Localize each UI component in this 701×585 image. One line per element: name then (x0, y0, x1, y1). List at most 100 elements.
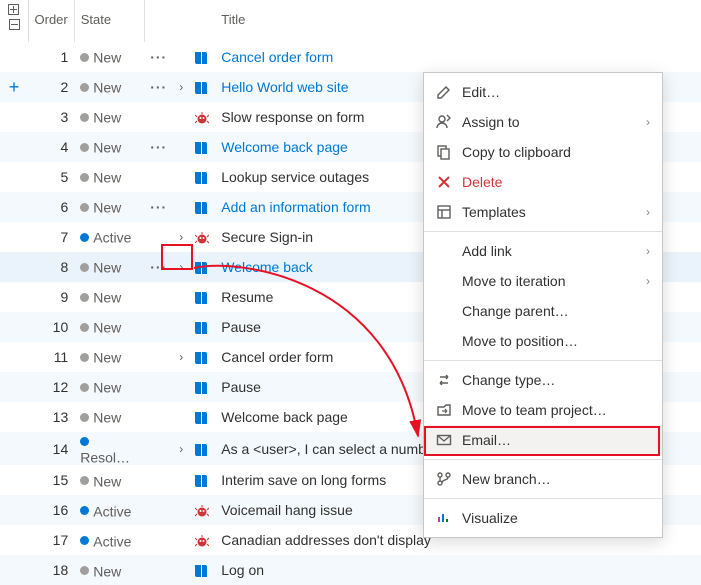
menu-item-move-to-iteration[interactable]: Move to iteration› (424, 266, 662, 296)
state-dot-icon (80, 53, 89, 62)
work-item-row[interactable]: 1New ··· Cancel order form (0, 42, 701, 72)
chevron-right-icon[interactable]: › (179, 442, 183, 456)
chevron-right-icon[interactable]: › (179, 80, 183, 94)
order-cell: 6 (28, 192, 74, 222)
title-cell[interactable]: Cancel order form (215, 42, 701, 72)
menu-item-delete[interactable]: Delete (424, 167, 662, 197)
menu-item-new-branch[interactable]: New branch… (424, 464, 662, 494)
changetype-icon (436, 372, 462, 388)
story-icon (189, 432, 215, 465)
story-icon (189, 465, 215, 495)
state-dot-icon (80, 413, 89, 422)
state-dot-icon (80, 233, 89, 242)
moveteam-icon (436, 402, 462, 418)
more-actions-icon[interactable]: ··· (150, 259, 167, 275)
menu-item-label: Change parent… (462, 303, 650, 319)
visualize-icon (436, 510, 462, 526)
add-item-icon[interactable]: + (9, 77, 20, 97)
state-dot-icon (80, 113, 89, 122)
order-cell: 7 (28, 222, 74, 252)
bug-icon (189, 495, 215, 525)
menu-item-label: Visualize (462, 510, 650, 526)
state-cell: New (74, 465, 144, 495)
templates-icon (436, 204, 462, 220)
more-actions-icon[interactable]: ··· (150, 49, 167, 65)
order-cell: 17 (28, 525, 74, 555)
col-order[interactable]: Order (28, 0, 74, 42)
copy-icon (436, 144, 462, 160)
col-state[interactable]: State (74, 0, 144, 42)
story-icon (189, 342, 215, 372)
context-menu: Edit… Assign to › Copy to clipboard Delete Te… (423, 72, 663, 538)
menu-item-edit[interactable]: Edit… (424, 77, 662, 107)
menu-item-add-link[interactable]: Add link› (424, 236, 662, 266)
menu-item-move-to-team-project[interactable]: Move to team project… (424, 395, 662, 425)
state-cell: New (74, 282, 144, 312)
state-dot-icon (80, 383, 89, 392)
story-icon (189, 252, 215, 282)
more-actions-icon[interactable]: ··· (150, 79, 167, 95)
menu-item-change-type[interactable]: Change type… (424, 365, 662, 395)
story-icon (189, 312, 215, 342)
menu-item-visualize[interactable]: Visualize (424, 503, 662, 533)
state-dot-icon (80, 263, 89, 272)
email-icon (436, 432, 462, 448)
order-cell: 1 (28, 42, 74, 72)
order-cell: 3 (28, 102, 74, 132)
state-cell: Active (74, 525, 144, 555)
header-row: Order State Title (0, 0, 701, 42)
menu-item-email[interactable]: Email… (424, 425, 662, 455)
chevron-right-icon: › (646, 274, 650, 288)
chevron-right-icon[interactable]: › (179, 350, 183, 364)
state-cell: New (74, 342, 144, 372)
more-actions-icon[interactable]: ··· (150, 199, 167, 215)
order-cell: 16 (28, 495, 74, 525)
menu-item-label: Copy to clipboard (462, 144, 650, 160)
state-cell: New (74, 42, 144, 72)
story-icon (189, 132, 215, 162)
state-cell: Active (74, 495, 144, 525)
menu-item-change-parent[interactable]: Change parent… (424, 296, 662, 326)
state-cell: Resol… (74, 432, 144, 465)
state-cell: New (74, 372, 144, 402)
chevron-right-icon: › (646, 115, 650, 129)
menu-item-assign-to[interactable]: Assign to › (424, 107, 662, 137)
menu-item-label: Delete (462, 174, 650, 190)
state-dot-icon (80, 353, 89, 362)
menu-item-move-to-position[interactable]: Move to position… (424, 326, 662, 356)
order-cell: 9 (28, 282, 74, 312)
menu-item-label: Assign to (462, 114, 640, 130)
order-cell: 4 (28, 132, 74, 162)
chevron-right-icon[interactable]: › (179, 260, 183, 274)
work-item-row[interactable]: 18NewLog on (0, 555, 701, 585)
story-icon (189, 402, 215, 432)
story-icon (189, 282, 215, 312)
menu-item-templates[interactable]: Templates› (424, 197, 662, 227)
menu-item-copy-to-clipboard[interactable]: Copy to clipboard (424, 137, 662, 167)
delete-icon (436, 174, 462, 190)
menu-separator (424, 231, 662, 232)
menu-item-label: Move to position… (462, 333, 650, 349)
assign-icon (436, 114, 462, 130)
more-actions-icon[interactable]: ··· (150, 139, 167, 155)
order-cell: 5 (28, 162, 74, 192)
chevron-right-icon[interactable]: › (179, 230, 183, 244)
order-cell: 11 (28, 342, 74, 372)
state-dot-icon (80, 203, 89, 212)
state-dot-icon (80, 536, 89, 545)
menu-item-label: Move to team project… (462, 402, 650, 418)
title-cell[interactable]: Log on (215, 555, 701, 585)
menu-item-label: New branch… (462, 471, 650, 487)
state-cell: New (74, 252, 144, 282)
story-icon (189, 42, 215, 72)
edit-icon (436, 84, 462, 100)
menu-separator (424, 459, 662, 460)
expand-collapse-header[interactable] (0, 0, 28, 42)
state-dot-icon (80, 173, 89, 182)
state-dot-icon (80, 476, 89, 485)
state-cell: New (74, 72, 144, 102)
col-title[interactable]: Title (215, 0, 701, 42)
menu-item-label: Change type… (462, 372, 650, 388)
state-dot-icon (80, 506, 89, 515)
state-cell: New (74, 402, 144, 432)
